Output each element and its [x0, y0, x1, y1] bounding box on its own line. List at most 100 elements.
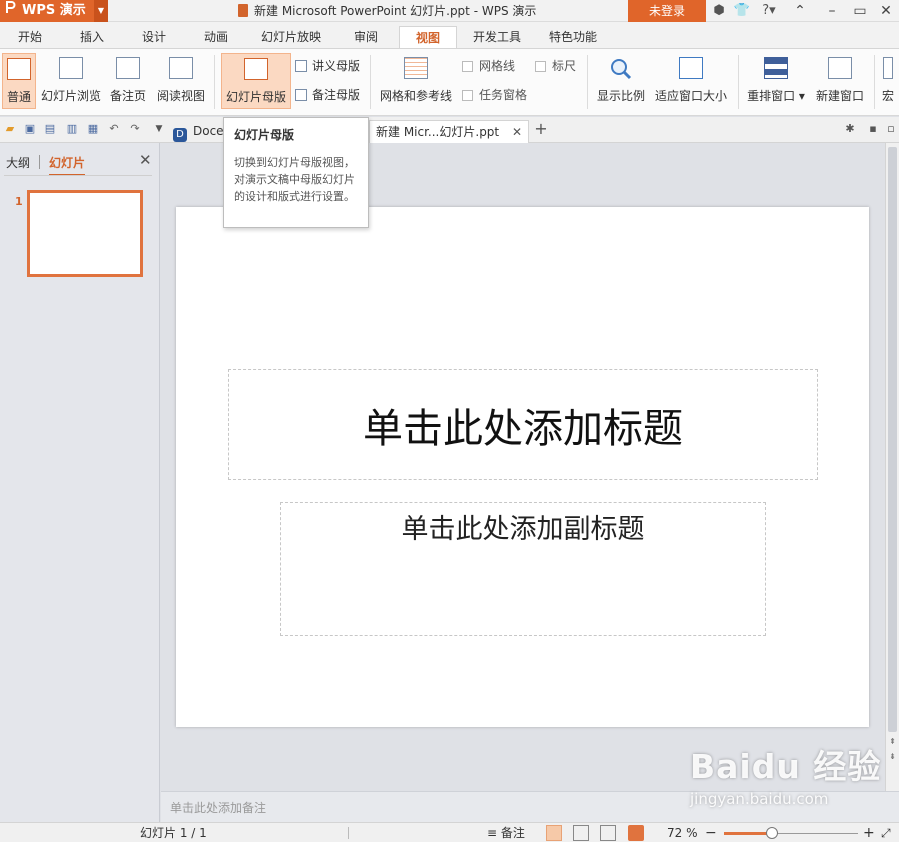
- notes-page-button[interactable]: 备注页: [106, 53, 150, 109]
- doc-tab-docer[interactable]: D Doce: [167, 120, 227, 143]
- fit-to-window-icon[interactable]: ⤢: [881, 825, 891, 841]
- tab-list-icon[interactable]: ▫: [884, 122, 898, 136]
- new-window-button[interactable]: 新建窗口: [813, 53, 867, 109]
- slide[interactable]: 单击此处添加标题 单击此处添加副标题: [176, 207, 869, 727]
- zoom-out-icon[interactable]: −: [705, 825, 717, 841]
- notes-toggle-button[interactable]: ≡ 备注: [487, 825, 525, 841]
- docer-icon: D: [173, 128, 187, 142]
- ribbon-separator: [214, 55, 215, 109]
- zoom-percent[interactable]: 72 %: [667, 825, 698, 841]
- grid-guides-button[interactable]: 网格和参考线: [378, 53, 454, 109]
- notes-page-icon: [116, 57, 140, 79]
- skin-shield-icon[interactable]: ⬢: [709, 0, 729, 22]
- export-pdf-icon[interactable]: ▤: [43, 122, 57, 136]
- tab-review[interactable]: 审阅: [344, 26, 388, 48]
- arrange-windows-icon: [764, 57, 788, 79]
- macro-icon: [883, 57, 893, 79]
- help-icon[interactable]: ?▾: [756, 0, 782, 22]
- title-placeholder[interactable]: 单击此处添加标题: [228, 369, 818, 480]
- ruler-checkbox[interactable]: 标尺: [535, 57, 576, 75]
- slide-counter: 幻灯片 1 / 1: [140, 826, 207, 840]
- vertical-scrollbar[interactable]: ⇞ ⇟: [885, 143, 899, 791]
- sorter-view-status-icon[interactable]: [573, 825, 589, 841]
- print-preview-icon[interactable]: ▦: [86, 122, 100, 136]
- status-bar: 幻灯片 1 / 1 ≡ 备注 72 % − + ⤢: [0, 822, 899, 842]
- tab-developer[interactable]: 开发工具: [466, 26, 528, 48]
- thumbnail-number: 1: [15, 195, 23, 208]
- notes-master-label: 备注母版: [312, 88, 361, 102]
- ruler-label: 标尺: [552, 59, 577, 73]
- slide-master-button[interactable]: 幻灯片母版: [221, 53, 291, 109]
- save-icon[interactable]: ▣: [23, 122, 37, 136]
- shirt-icon[interactable]: 👕: [732, 0, 752, 22]
- slide-sorter-label: 幻灯片浏览: [40, 89, 101, 103]
- ribbon-separator: [874, 55, 875, 109]
- watermark-logo: Baidu 经验: [690, 747, 882, 786]
- slide-master-tooltip: 幻灯片母版 切换到幻灯片母版视图，对演示文稿中母版幻灯片的设计和版式进行设置。: [223, 117, 369, 228]
- handout-master-button[interactable]: 讲义母版: [295, 57, 360, 75]
- login-button[interactable]: 未登录: [628, 0, 706, 22]
- baidu-watermark: Baidu 经验 jingyan.baidu.com: [690, 740, 890, 822]
- window-title-text: 新建 Microsoft PowerPoint 幻灯片.ppt - WPS 演示: [254, 4, 537, 18]
- grid-icon: [404, 57, 428, 79]
- normal-view-label: 普通: [6, 90, 31, 104]
- doc-tab-current[interactable]: 新建 Micr...幻灯片.ppt ✕: [369, 120, 529, 143]
- customize-dropdown-icon[interactable]: ▼: [152, 122, 166, 136]
- collapse-ribbon-icon[interactable]: ⌃: [786, 0, 814, 22]
- wps-logo-icon: [6, 0, 18, 22]
- slideshow-play-icon[interactable]: [628, 825, 644, 841]
- book-icon: [169, 57, 193, 79]
- app-menu-button[interactable]: WPS 演示: [0, 0, 94, 22]
- normal-view-status-icon[interactable]: [546, 825, 562, 841]
- scrollbar-thumb[interactable]: [888, 147, 897, 732]
- close-window-button[interactable]: ✕: [872, 0, 899, 22]
- notes-toggle-label: 备注: [500, 826, 525, 840]
- app-menu-dropdown-icon[interactable]: ▼: [94, 0, 108, 22]
- zoom-slider-fill: [724, 832, 773, 835]
- gridlines-check-icon: [462, 61, 473, 72]
- arrange-windows-button[interactable]: 重排窗口 ▾: [745, 53, 807, 109]
- print-icon[interactable]: ▥: [65, 122, 79, 136]
- maximize-button[interactable]: ▭: [846, 0, 874, 22]
- zoom-button[interactable]: 显示比例: [595, 53, 647, 109]
- close-pane-icon[interactable]: ✕: [139, 151, 152, 169]
- pane-tab-separator: [39, 155, 40, 169]
- tab-view[interactable]: 视图: [399, 26, 457, 48]
- fit-window-icon: [679, 57, 703, 79]
- close-tab-icon[interactable]: ✕: [512, 121, 522, 143]
- pin-icon[interactable]: ✱: [843, 122, 857, 136]
- tab-insert[interactable]: 插入: [70, 26, 114, 48]
- minimize-button[interactable]: –: [818, 0, 846, 22]
- notes-master-button[interactable]: 备注母版: [295, 86, 360, 104]
- tab-special[interactable]: 特色功能: [542, 26, 604, 48]
- macro-button[interactable]: 宏: [880, 53, 899, 109]
- zoom-slider-knob[interactable]: [766, 827, 779, 839]
- reading-view-button[interactable]: 阅读视图: [154, 53, 208, 109]
- slide-thumbnail[interactable]: [27, 190, 143, 277]
- task-pane-label: 任务窗格: [479, 88, 528, 102]
- gridlines-checkbox[interactable]: 网格线: [462, 57, 515, 75]
- zoom-label: 显示比例: [596, 89, 645, 103]
- slide-sorter-button[interactable]: 幻灯片浏览: [40, 53, 102, 109]
- new-tab-icon[interactable]: +: [534, 121, 548, 137]
- open-folder-icon[interactable]: ▰: [3, 122, 17, 136]
- tab-slideshow[interactable]: 幻灯片放映: [254, 26, 328, 48]
- handout-master-icon: [295, 60, 307, 72]
- redo-icon[interactable]: ↷: [128, 122, 142, 136]
- normal-view-button[interactable]: 普通: [2, 53, 36, 109]
- tab-animation[interactable]: 动画: [194, 26, 238, 48]
- tab-slides[interactable]: 幻灯片: [49, 154, 86, 176]
- reading-view-status-icon[interactable]: [600, 825, 616, 841]
- watermark-url: jingyan.baidu.com: [690, 790, 829, 808]
- fit-window-button[interactable]: 适应窗口大小: [653, 53, 729, 109]
- doc-tab-docer-label: Doce: [193, 124, 224, 138]
- zoom-in-icon[interactable]: +: [863, 825, 875, 841]
- window-mode-icon[interactable]: ▪: [866, 122, 880, 136]
- subtitle-placeholder[interactable]: 单击此处添加副标题: [280, 502, 766, 636]
- undo-icon[interactable]: ↶: [107, 122, 121, 136]
- tab-outline[interactable]: 大纲: [6, 154, 30, 171]
- tab-home[interactable]: 开始: [8, 26, 52, 48]
- app-menu-label: WPS 演示: [22, 3, 86, 18]
- tab-design[interactable]: 设计: [132, 26, 176, 48]
- task-pane-checkbox[interactable]: 任务窗格: [462, 86, 527, 104]
